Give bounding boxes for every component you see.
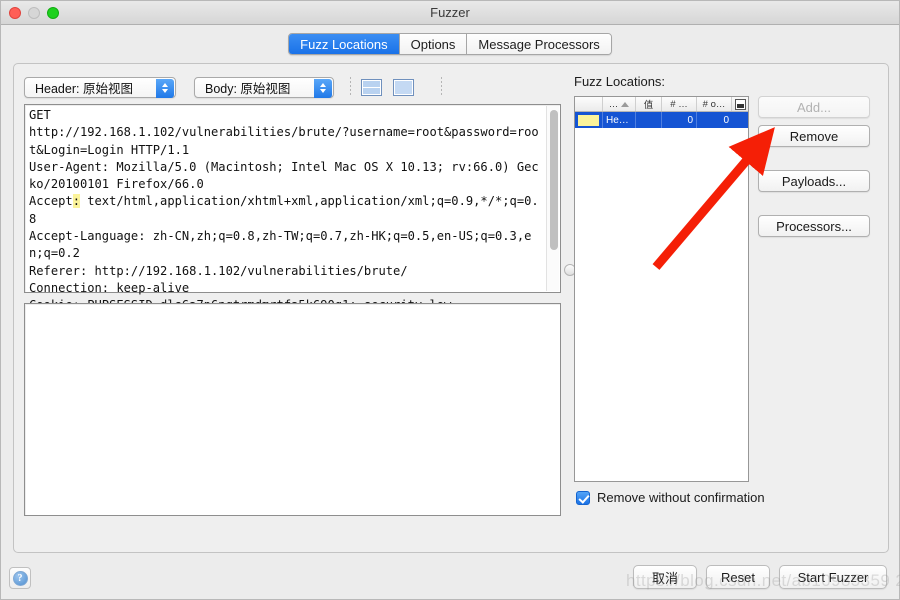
message-toolbar: Header: 原始视图 Body: 原始视图 bbox=[24, 72, 572, 102]
header-scrollbar-thumb[interactable] bbox=[550, 110, 558, 250]
row-processors-count: 0 bbox=[723, 114, 729, 126]
window-controls bbox=[9, 7, 59, 19]
fuzz-locations-buttons: Add... Remove Payloads... Processors... bbox=[758, 96, 870, 237]
row-location: He… bbox=[603, 112, 636, 128]
remove-without-confirmation-row[interactable]: Remove without confirmation bbox=[576, 490, 765, 505]
request-header-text: GET http://192.168.1.102/vulnerabilities… bbox=[29, 107, 544, 315]
body-view-select[interactable]: Body: 原始视图 bbox=[194, 76, 334, 98]
request-body-textarea[interactable] bbox=[24, 303, 561, 516]
processors-button[interactable]: Processors... bbox=[758, 215, 870, 237]
message-pane: Header: 原始视图 Body: 原始视图 GET http://192.1… bbox=[24, 72, 576, 544]
remove-without-confirmation-checkbox[interactable] bbox=[576, 490, 590, 505]
chevron-updown-icon bbox=[156, 78, 174, 98]
request-line-7: Connection: keep-alive bbox=[29, 280, 190, 295]
request-header-textarea[interactable]: GET http://192.168.1.102/vulnerabilities… bbox=[24, 104, 561, 312]
fuzz-locations-label: Fuzz Locations: bbox=[574, 74, 666, 89]
single-view-icon[interactable] bbox=[393, 78, 414, 96]
dialog-buttons: 取消 Reset Start Fuzzer bbox=[633, 565, 887, 589]
tab-bar: Fuzz Locations Options Message Processor… bbox=[1, 25, 899, 63]
header-view-select-label: Header: 原始视图 bbox=[35, 81, 133, 96]
column-header-payloads[interactable]: # … bbox=[662, 97, 697, 111]
help-button[interactable]: ? bbox=[9, 567, 31, 589]
tab-message-processors[interactable]: Message Processors bbox=[467, 34, 611, 54]
close-button[interactable] bbox=[9, 7, 21, 19]
tab-options[interactable]: Options bbox=[399, 34, 468, 54]
help-question-icon: ? bbox=[12, 570, 28, 586]
header-scrollbar[interactable] bbox=[546, 106, 559, 291]
request-line-2: http://192.168.1.102/vulnerabilities/bru… bbox=[29, 125, 539, 157]
tab-fuzz-locations[interactable]: Fuzz Locations bbox=[289, 34, 400, 54]
column-header-processors[interactable]: # o… bbox=[697, 97, 732, 111]
accept-header-value: text/html,application/xhtml+xml,applicat… bbox=[29, 194, 539, 226]
sort-ascending-icon bbox=[621, 101, 630, 107]
minimize-button[interactable] bbox=[28, 7, 40, 19]
body-view-select-label: Body: 原始视图 bbox=[205, 81, 291, 96]
add-button[interactable]: Add... bbox=[758, 96, 870, 118]
start-fuzzer-button[interactable]: Start Fuzzer bbox=[779, 565, 887, 589]
header-view-select[interactable]: Header: 原始视图 bbox=[24, 76, 176, 98]
payloads-button[interactable]: Payloads... bbox=[758, 170, 870, 192]
request-line-1: GET bbox=[29, 108, 51, 122]
fuzz-locations-pane: Fuzz Locations: … 值 # … # o… He… 0 0 Add… bbox=[572, 72, 880, 544]
row-payloads-count: 0 bbox=[662, 112, 697, 128]
window-titlebar: Fuzzer bbox=[1, 1, 899, 25]
column-header-swatch[interactable] bbox=[575, 97, 603, 111]
column-chooser-icon[interactable] bbox=[732, 97, 748, 111]
accept-header-name: Accept bbox=[29, 194, 73, 209]
split-view-icon[interactable] bbox=[361, 78, 382, 96]
window-title: Fuzzer bbox=[430, 5, 470, 20]
fuzzer-window: Fuzzer Fuzz Locations Options Message Pr… bbox=[0, 0, 900, 600]
cancel-button[interactable]: 取消 bbox=[633, 565, 697, 589]
request-line-5: Accept-Language: zh-CN,zh;q=0.8,zh-TW;q=… bbox=[29, 229, 532, 261]
column-header-location[interactable]: … bbox=[603, 97, 636, 111]
fuzz-locations-table[interactable]: … 值 # … # o… He… 0 0 bbox=[574, 96, 749, 482]
row-value bbox=[636, 112, 662, 128]
toolbar-divider bbox=[441, 77, 442, 97]
content-panel: Header: 原始视图 Body: 原始视图 GET http://192.1… bbox=[13, 63, 889, 553]
remove-button[interactable]: Remove bbox=[758, 125, 870, 147]
request-line-6: Referer: http://192.168.1.102/vulnerabil… bbox=[29, 263, 408, 278]
fuzz-location-highlight: : bbox=[72, 194, 80, 209]
table-row[interactable]: He… 0 0 bbox=[575, 112, 748, 128]
chevron-updown-icon bbox=[314, 78, 332, 98]
remove-without-confirmation-label: Remove without confirmation bbox=[597, 490, 765, 505]
request-line-3: User-Agent: Mozilla/5.0 (Macintosh; Inte… bbox=[29, 159, 539, 192]
zoom-button[interactable] bbox=[47, 7, 59, 19]
reset-button[interactable]: Reset bbox=[706, 565, 770, 589]
row-color-swatch bbox=[575, 112, 603, 128]
table-header-row: … 值 # … # o… bbox=[575, 97, 748, 112]
column-header-value[interactable]: 值 bbox=[636, 97, 662, 111]
toolbar-divider bbox=[350, 77, 351, 97]
